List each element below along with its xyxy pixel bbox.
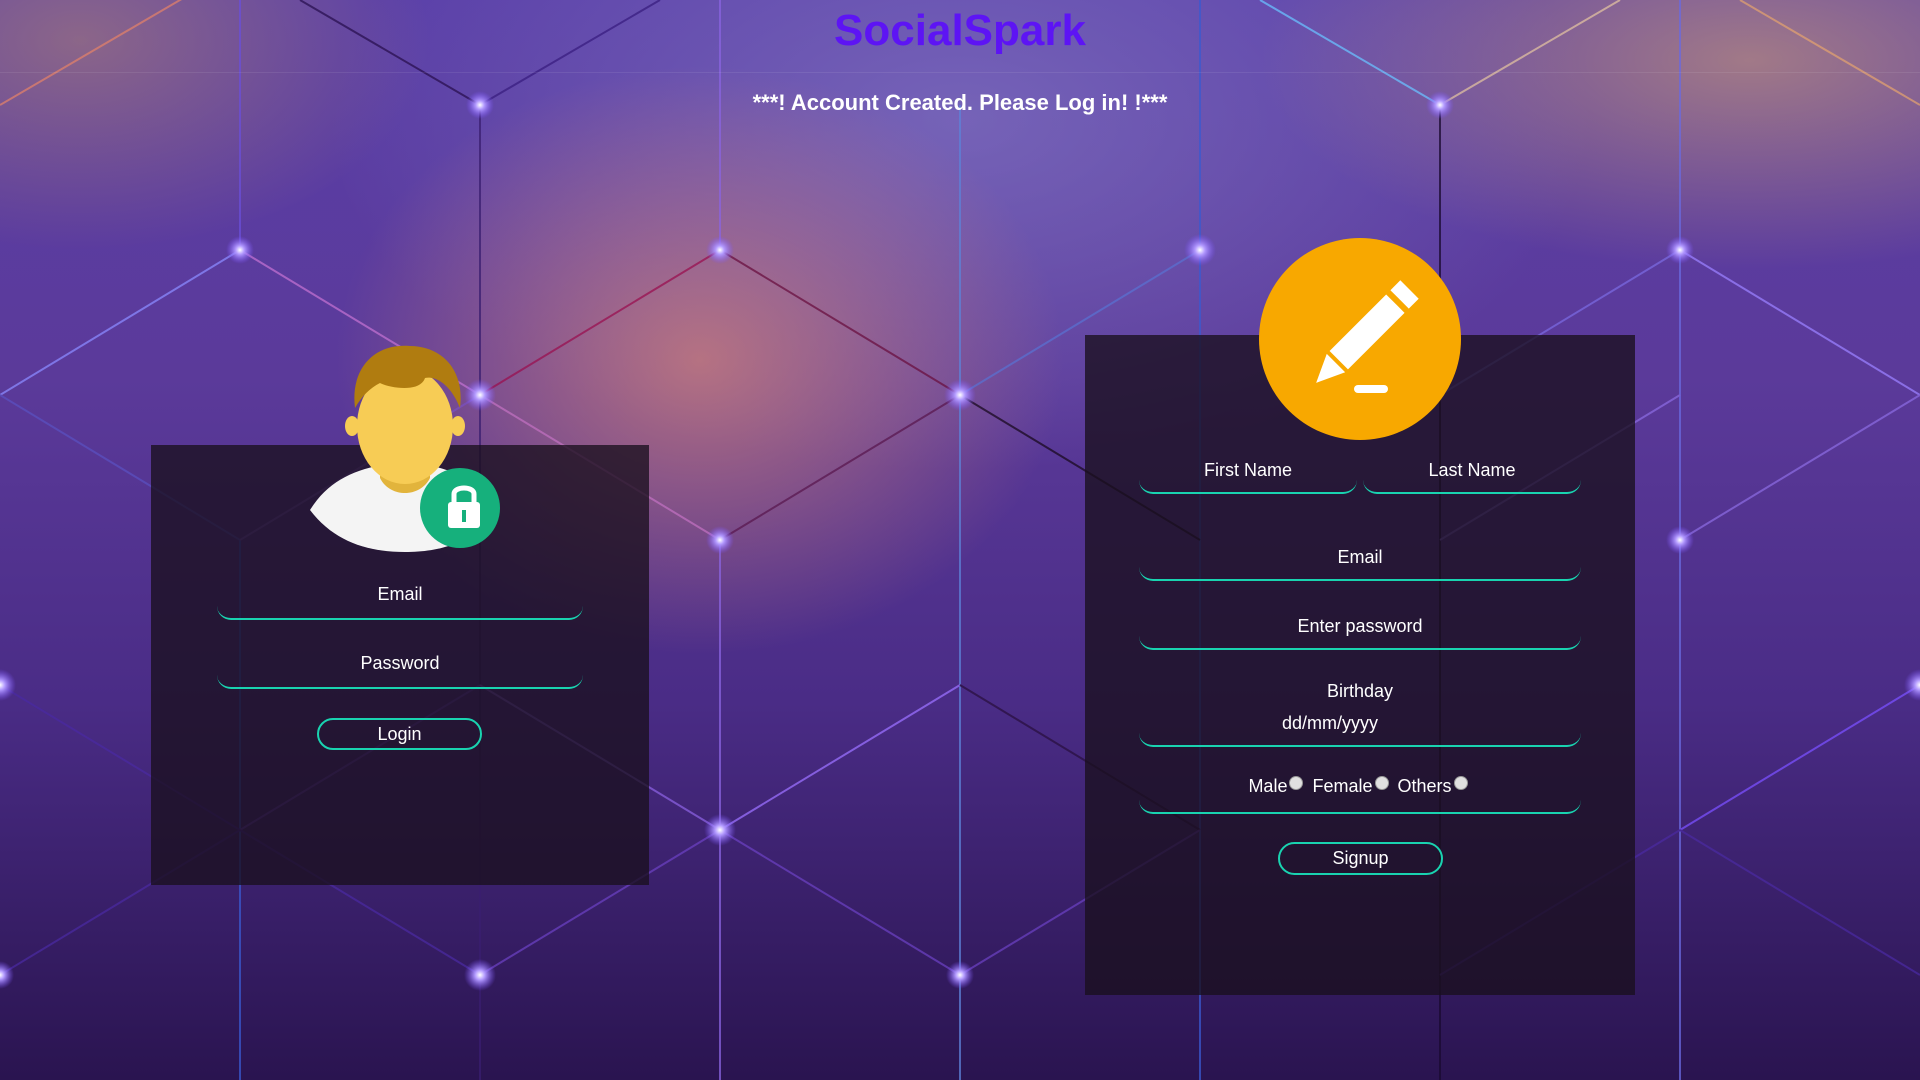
signup-password-field[interactable]: Enter password <box>1139 616 1581 650</box>
gender-male-label: Male <box>1248 776 1288 796</box>
login-button[interactable]: Login <box>317 718 482 750</box>
login-email-field[interactable]: Email <box>217 584 583 620</box>
birthday-date-input[interactable]: dd/mm/yyyy <box>1139 713 1581 747</box>
first-name-label: First Name <box>1203 460 1292 480</box>
gender-female-label: Female <box>1312 776 1373 796</box>
last-name-field[interactable]: Last Name <box>1363 460 1581 494</box>
pencil-icon <box>1259 238 1461 440</box>
login-password-label: Password <box>360 653 440 673</box>
gender-female-radio[interactable] <box>1374 776 1389 790</box>
gender-options: Male Female Others <box>1140 776 1580 797</box>
signup-email-label: Email <box>1337 547 1383 567</box>
birthday-label: Birthday <box>1326 681 1394 701</box>
login-email-label: Email <box>377 584 423 604</box>
status-message: ***! Account Created. Please Log in! !**… <box>752 90 1168 115</box>
last-name-label: Last Name <box>1428 460 1516 480</box>
signup-password-label: Enter password <box>1297 616 1423 636</box>
gender-others-label: Others <box>1397 776 1452 796</box>
first-name-field[interactable]: First Name <box>1139 460 1357 494</box>
gender-male-radio[interactable] <box>1289 776 1304 790</box>
gender-others-radio[interactable] <box>1453 776 1468 790</box>
signup-email-field[interactable]: Email <box>1139 547 1581 581</box>
birthday-placeholder: dd/mm/yyyy <box>1282 713 1379 733</box>
login-password-field[interactable]: Password <box>217 653 583 689</box>
lock-icon <box>448 485 480 528</box>
app-title: SocialSpark <box>834 6 1086 55</box>
signup-button[interactable]: Signup <box>1278 842 1443 875</box>
